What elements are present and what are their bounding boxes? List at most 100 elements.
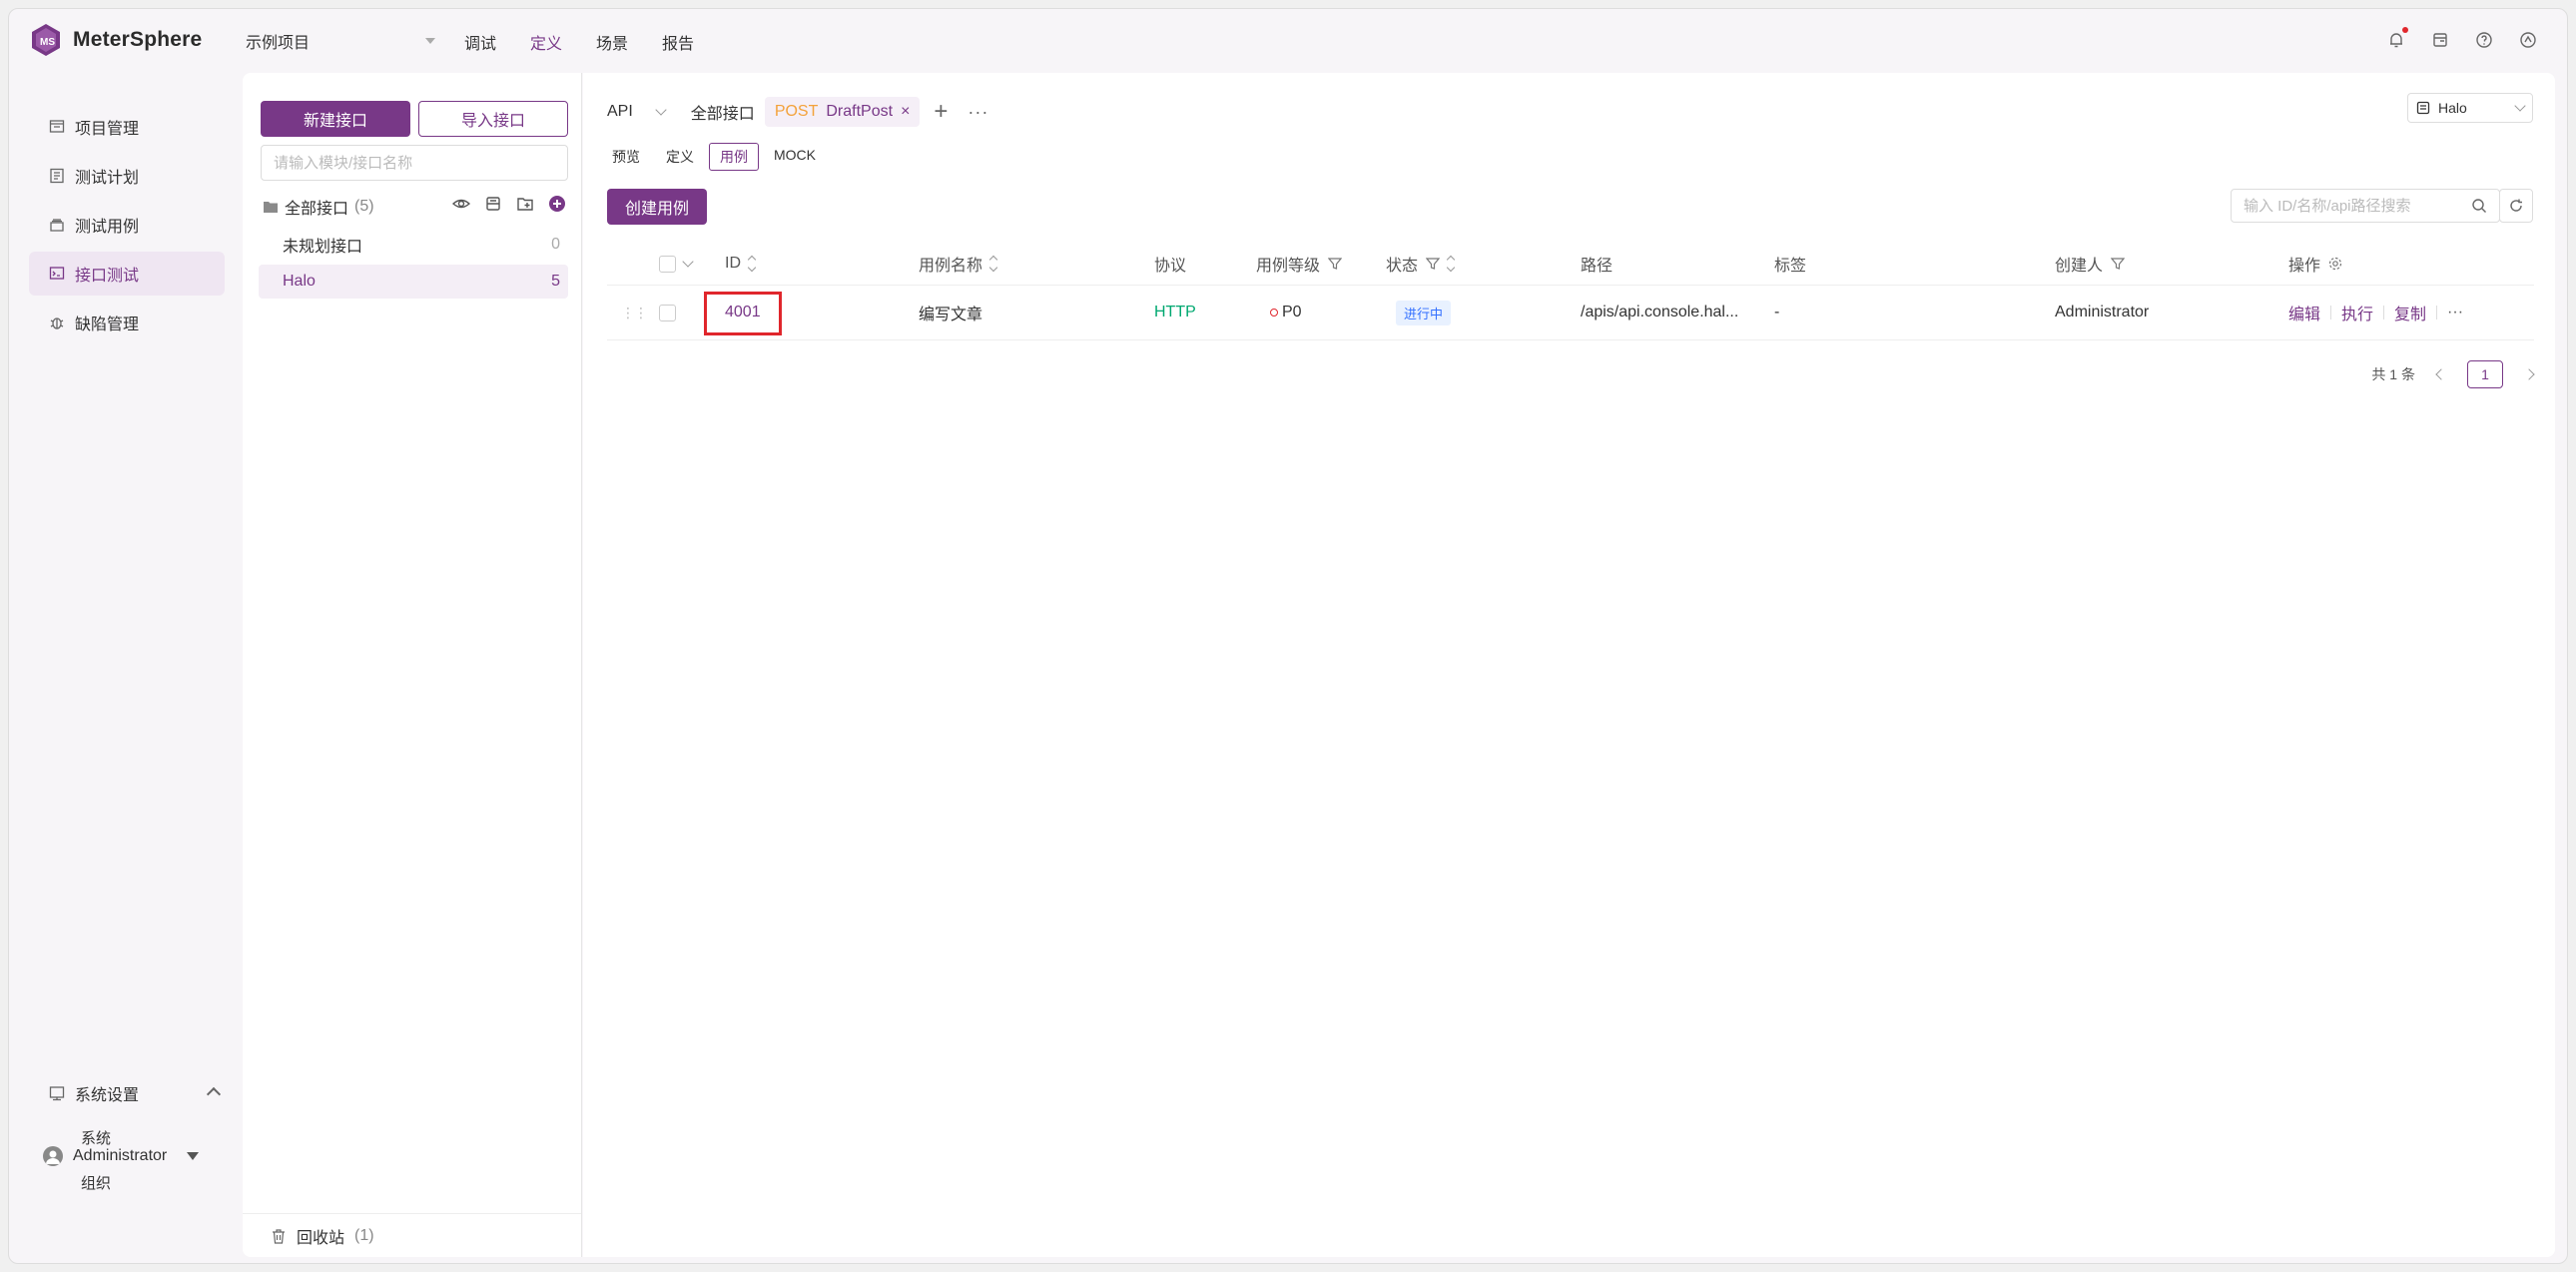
tab-name: DraftPost: [826, 103, 894, 120]
nav-definition[interactable]: 定义: [526, 27, 566, 57]
collapse-all-icon[interactable]: [484, 195, 502, 213]
tree-root-all-apis[interactable]: 全部接口 (5): [263, 195, 374, 219]
left-nav: 项目管理 测试计划 测试用例 接口测试 缺陷管理 系统设置 系统 组织: [9, 73, 241, 1263]
row-tags-text: -: [1774, 304, 1780, 320]
table-row[interactable]: ⋮⋮ 4001 编写文章 HTTP P0 进行中 /apis/api.conso…: [607, 285, 2534, 340]
recycle-bin[interactable]: 回收站 (1): [243, 1213, 581, 1257]
sidebar-item-test-plan[interactable]: 测试计划: [29, 154, 225, 198]
filter-icon[interactable]: [1426, 257, 1441, 271]
eye-icon[interactable]: [452, 195, 470, 213]
new-api-button[interactable]: 新建接口: [261, 101, 410, 137]
tree-item-unplanned[interactable]: 未规划接口 0: [259, 228, 568, 262]
row-path: /apis/api.console.hal...: [1581, 304, 1738, 321]
module-search-input[interactable]: [261, 145, 568, 181]
header-priority[interactable]: 用例等级: [1256, 252, 1343, 276]
row-status[interactable]: 进行中: [1396, 300, 1452, 325]
project-selector[interactable]: 示例项目: [246, 29, 435, 53]
sidebar-item-project[interactable]: 项目管理: [29, 105, 225, 149]
import-api-button[interactable]: 导入接口: [418, 101, 568, 137]
nav-debug[interactable]: 调试: [460, 27, 500, 57]
nav-report[interactable]: 报告: [658, 27, 698, 57]
sidebar-item-api-test[interactable]: 接口测试: [29, 252, 225, 296]
more-tabs-icon[interactable]: ···: [967, 102, 988, 123]
header-creator-label: 创建人: [2055, 258, 2104, 275]
sidebar-sub-system[interactable]: 系统: [81, 1127, 111, 1148]
environment-select[interactable]: Halo: [2407, 93, 2533, 123]
settings-icon[interactable]: [2519, 31, 2537, 49]
row-actions: 编辑 执行 复制 ···: [2288, 301, 2463, 324]
add-tab-icon[interactable]: +: [934, 100, 948, 124]
nav-scenario[interactable]: 场景: [592, 27, 632, 57]
close-icon[interactable]: ×: [901, 103, 910, 121]
gear-icon[interactable]: [2328, 257, 2342, 271]
tab-draftpost[interactable]: POST DraftPost ×: [764, 97, 921, 127]
more-actions-icon[interactable]: ···: [2447, 304, 2463, 321]
sort-icon[interactable]: [747, 255, 757, 273]
bell-icon[interactable]: [2387, 27, 2408, 49]
row-checkbox[interactable]: [659, 304, 676, 321]
module-panel: 新建接口 导入接口 全部接口 (5) 未规划接口 0 Halo 5 回收站 (1…: [243, 73, 582, 1257]
segment-definition[interactable]: 定义: [655, 143, 705, 171]
tree-item-label: 未规划接口: [283, 239, 363, 256]
drag-handle-icon[interactable]: ⋮⋮: [621, 305, 648, 321]
page-current[interactable]: 1: [2467, 360, 2503, 388]
logo[interactable]: MS MeterSphere: [29, 23, 202, 57]
sidebar-item-bug[interactable]: 缺陷管理: [29, 301, 225, 344]
add-folder-icon[interactable]: [516, 195, 534, 213]
refresh-button[interactable]: [2499, 189, 2533, 223]
header-name[interactable]: 用例名称: [919, 252, 998, 276]
task-icon[interactable]: [2431, 31, 2449, 49]
row-creator-text: Administrator: [2055, 304, 2150, 320]
add-circle-icon[interactable]: [548, 195, 566, 213]
sidebar-item-label: 缺陷管理: [75, 317, 140, 333]
recycle-count: (1): [354, 1226, 374, 1244]
select-all[interactable]: [659, 255, 694, 273]
header-ops: 操作: [2288, 252, 2342, 276]
select-all-checkbox[interactable]: [659, 255, 676, 273]
project-name: 示例项目: [246, 35, 311, 52]
chevron-up-icon[interactable]: [206, 1086, 222, 1102]
sidebar-item-system-settings[interactable]: 系统设置: [29, 1071, 225, 1115]
chevron-down-icon[interactable]: [682, 256, 694, 268]
row-id-link[interactable]: 4001: [725, 304, 761, 321]
user-name: Administrator: [73, 1147, 168, 1164]
tree-item-count: 0: [551, 236, 560, 253]
header-protocol-label: 协议: [1154, 258, 1187, 275]
tree-item-halo[interactable]: Halo 5: [259, 265, 568, 299]
run-button[interactable]: 执行: [2341, 301, 2373, 324]
segment-preview[interactable]: 预览: [601, 143, 651, 171]
sort-icon[interactable]: [988, 255, 998, 273]
case-search[interactable]: [2231, 189, 2500, 223]
search-icon[interactable]: [2471, 198, 2487, 214]
header-id[interactable]: ID: [725, 255, 757, 273]
help-icon[interactable]: [2475, 31, 2493, 49]
segment-case[interactable]: 用例: [709, 143, 759, 171]
filter-icon[interactable]: [2111, 257, 2126, 271]
sidebar-item-label: 测试用例: [75, 219, 140, 236]
table-header: ID 用例名称 协议 用例等级 状态 路径 标签 创建人 操作: [607, 243, 2534, 285]
tab-all-apis[interactable]: 全部接口: [681, 94, 765, 130]
sidebar-item-test-case[interactable]: 测试用例: [29, 203, 225, 247]
sort-icon[interactable]: [1446, 255, 1456, 273]
protocol-select[interactable]: API: [607, 103, 681, 121]
refresh-icon: [2510, 199, 2522, 212]
edit-button[interactable]: 编辑: [2288, 301, 2320, 324]
user-menu[interactable]: Administrator: [43, 1146, 200, 1166]
tree-item-label: Halo: [283, 273, 316, 290]
create-case-button[interactable]: 创建用例: [607, 189, 707, 225]
case-search-input[interactable]: [2244, 197, 2471, 215]
avatar: [43, 1146, 63, 1166]
bug-icon: [50, 318, 64, 329]
header-status[interactable]: 状态: [1386, 252, 1456, 276]
chevron-right-icon[interactable]: [2523, 368, 2535, 380]
header-creator[interactable]: 创建人: [2055, 252, 2126, 276]
app-name: MeterSphere: [73, 28, 203, 51]
sidebar-sub-organization[interactable]: 组织: [81, 1172, 111, 1193]
chevron-left-icon[interactable]: [2435, 368, 2447, 380]
row-id[interactable]: 4001: [725, 304, 761, 321]
copy-button[interactable]: 复制: [2394, 301, 2426, 324]
status-badge[interactable]: 进行中: [1396, 300, 1452, 325]
filter-icon[interactable]: [1328, 257, 1343, 271]
recycle-label: 回收站: [297, 1229, 345, 1247]
segment-mock[interactable]: MOCK: [763, 143, 827, 171]
